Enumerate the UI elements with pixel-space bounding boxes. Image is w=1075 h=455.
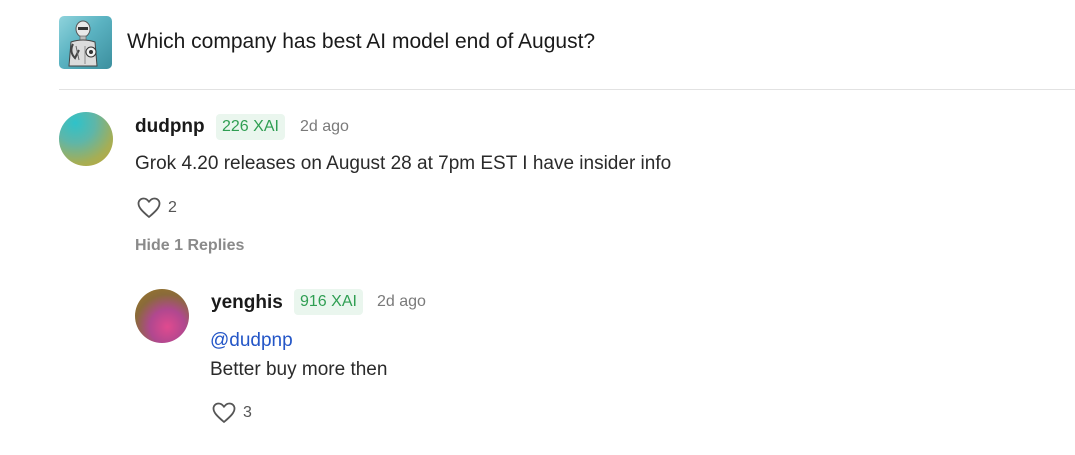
holding-badge: 916 XAI <box>294 289 363 315</box>
avatar[interactable] <box>135 289 189 343</box>
user-mention-link[interactable]: @dudpnp <box>210 330 293 352</box>
holding-badge: 226 XAI <box>216 114 285 140</box>
heart-icon <box>212 402 236 423</box>
like-count: 3 <box>243 404 252 421</box>
comment-text: Grok 4.20 releases on August 28 at 7pm E… <box>135 153 672 174</box>
reply-username[interactable]: yenghis <box>211 292 283 314</box>
avatar[interactable] <box>59 112 113 166</box>
hide-replies-toggle[interactable]: Hide 1 Replies <box>135 237 244 255</box>
reply-text: Better buy more then <box>210 359 388 380</box>
divider <box>59 89 1075 90</box>
comments-panel: Which company has best AI model end of A… <box>0 0 1075 455</box>
comment-timestamp: 2d ago <box>300 118 349 135</box>
market-thumbnail[interactable] <box>59 16 112 69</box>
reply-timestamp: 2d ago <box>377 293 426 310</box>
like-count: 2 <box>168 199 177 216</box>
like-button[interactable]: 2 <box>137 197 177 219</box>
comment-username[interactable]: dudpnp <box>135 116 205 138</box>
like-button[interactable]: 3 <box>212 402 252 424</box>
heart-icon <box>137 197 161 218</box>
market-header: Which company has best AI model end of A… <box>0 0 1075 90</box>
robot-icon <box>68 20 98 67</box>
market-title: Which company has best AI model end of A… <box>127 30 596 53</box>
